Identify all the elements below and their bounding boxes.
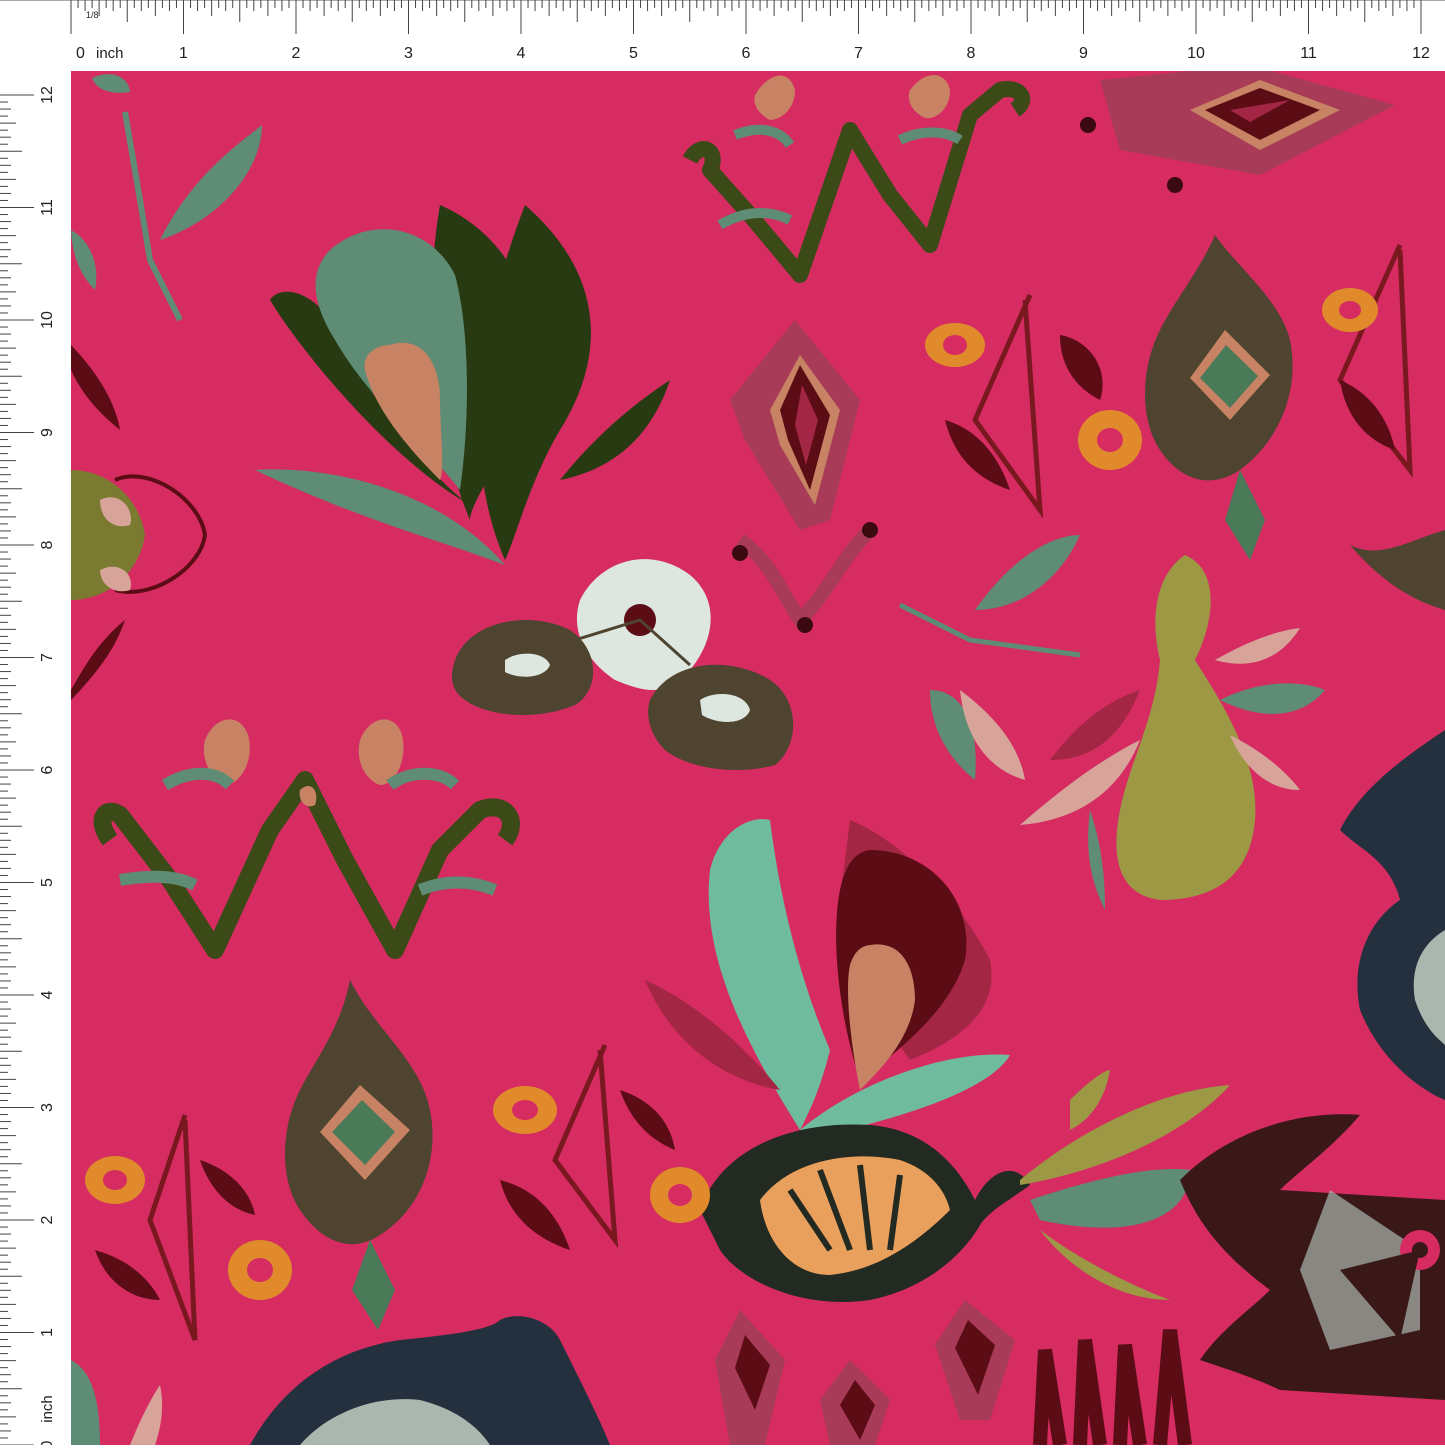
top-ruler-number: 0 [76, 45, 85, 62]
left-ruler-ticks: 0123456789101112inch [0, 86, 56, 1449]
left-ruler: 0 1 2 3 4 5 6 7 8 9 10 11 12 inch [0, 71, 71, 1449]
top-ruler-number: 12 [1412, 45, 1430, 62]
top-ruler: 0 1 2 3 4 5 6 7 8 9 10 11 12 inch 1/8 [0, 0, 1445, 71]
top-ruler-number: 8 [967, 45, 976, 62]
left-ruler-number: 8 [39, 540, 56, 549]
left-ruler-number: 9 [39, 428, 56, 437]
left-ruler-number: 12 [39, 86, 56, 104]
left-ruler-number: 4 [39, 990, 56, 999]
left-ruler-number: 3 [39, 1103, 56, 1112]
left-ruler-number: 0 [39, 1440, 56, 1445]
top-ruler-ticks: 0 1 2 3 4 5 6 7 8 9 10 11 12inch1/8 [0, 0, 1445, 62]
left-ruler-number: 7 [39, 653, 56, 662]
left-ruler-unit-label: inch [39, 1395, 56, 1423]
top-ruler-number: 10 [1187, 45, 1205, 62]
top-ruler-number: 5 [629, 45, 638, 62]
top-ruler-number: 2 [292, 45, 301, 62]
left-ruler-number: 10 [39, 311, 56, 329]
left-ruler-number: 1 [39, 1328, 56, 1337]
top-ruler-unit-label: inch [96, 45, 124, 62]
left-ruler-number: 2 [39, 1215, 56, 1224]
left-ruler-number: 11 [39, 199, 56, 216]
top-ruler-number: 7 [854, 45, 863, 62]
top-ruler-number: 9 [1079, 45, 1088, 62]
top-ruler-number: 3 [404, 45, 413, 62]
left-ruler-number: 6 [39, 765, 56, 774]
top-ruler-fraction: 1/8 [86, 10, 99, 20]
top-ruler-number: 1 [179, 45, 188, 62]
top-ruler-number: 6 [742, 45, 751, 62]
top-ruler-number: 11 [1300, 45, 1317, 62]
fabric-swatch [71, 71, 1445, 1445]
left-ruler-number: 5 [39, 878, 56, 887]
fabric-pattern [71, 71, 1445, 1445]
top-ruler-number: 4 [517, 45, 526, 62]
